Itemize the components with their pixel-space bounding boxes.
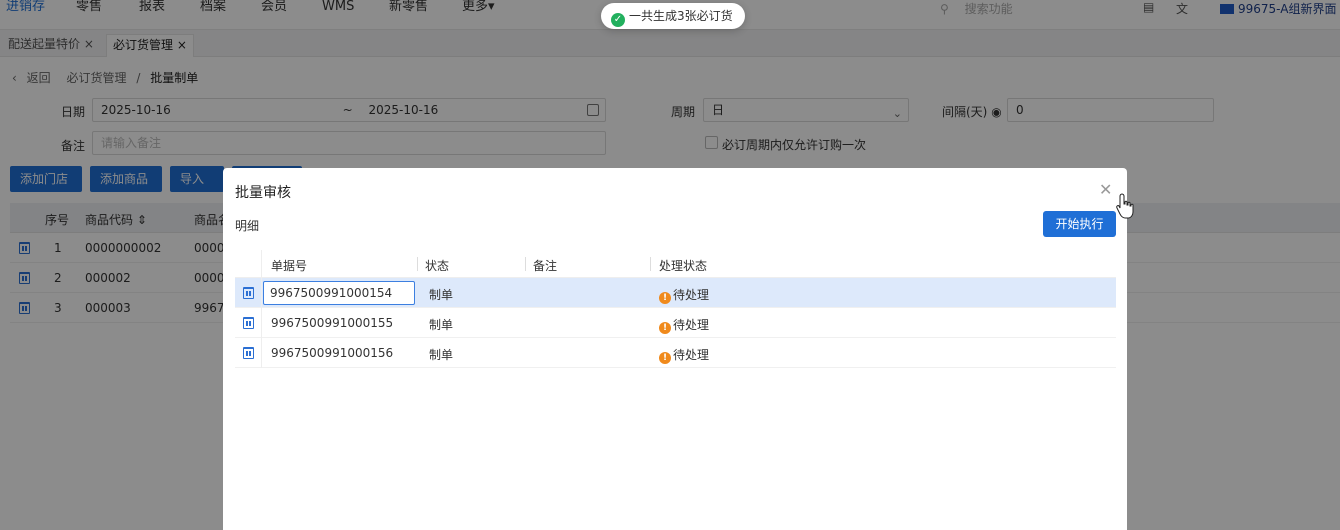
check-circle-icon: ✓: [611, 13, 625, 27]
process-status-text: 待处理: [673, 288, 710, 302]
process-status-text: 待处理: [673, 348, 710, 362]
column-divider: [650, 257, 651, 271]
toast-message: 一共生成3张必订货: [629, 9, 733, 23]
doc-no-cell: 9967500991000155: [271, 316, 394, 330]
warning-icon: !: [659, 322, 671, 334]
process-status-cell: ! 待处理: [659, 316, 709, 334]
start-execute-button[interactable]: 开始执行: [1043, 211, 1116, 237]
doc-no-cell-editing[interactable]: 9967500991000154: [263, 281, 415, 305]
status-cell: 制单: [429, 318, 454, 332]
status-cell: 制单: [429, 288, 454, 302]
close-icon[interactable]: ✕: [1099, 180, 1112, 199]
dialog-title: 批量审核: [235, 185, 291, 201]
process-status-text: 待处理: [673, 318, 710, 332]
detail-label: 明细: [235, 219, 260, 233]
doc-no-cell: 9967500991000156: [271, 346, 394, 360]
column-divider: [417, 257, 418, 271]
success-toast: ✓ 一共生成3张必订货: [601, 3, 745, 29]
table-row[interactable]: 9967500991000154 制单 ! 待处理: [235, 278, 1116, 308]
process-status-cell: ! 待处理: [659, 346, 709, 364]
table-row[interactable]: 9967500991000155 制单 ! 待处理: [235, 308, 1116, 338]
warning-icon: !: [659, 352, 671, 364]
warning-icon: !: [659, 292, 671, 304]
process-status-cell: ! 待处理: [659, 286, 709, 304]
column-divider: [525, 257, 526, 271]
hand-pointer-icon: [1116, 193, 1134, 219]
col-note: 备注: [533, 259, 558, 273]
delete-icon[interactable]: [243, 287, 254, 299]
table-row[interactable]: 9967500991000156 制单 ! 待处理: [235, 338, 1116, 368]
status-cell: 制单: [429, 348, 454, 362]
batch-approve-dialog: 批量审核 ✕ 明细 开始执行 单据号 状态 备注 处理状态 9967500991…: [223, 168, 1127, 530]
delete-icon[interactable]: [243, 347, 254, 359]
col-doc-no: 单据号: [271, 259, 308, 273]
detail-table-header: 单据号 状态 备注 处理状态: [235, 250, 1116, 278]
col-process-status: 处理状态: [659, 259, 708, 273]
col-status: 状态: [425, 259, 450, 273]
column-divider: [261, 250, 262, 368]
delete-icon[interactable]: [243, 317, 254, 329]
